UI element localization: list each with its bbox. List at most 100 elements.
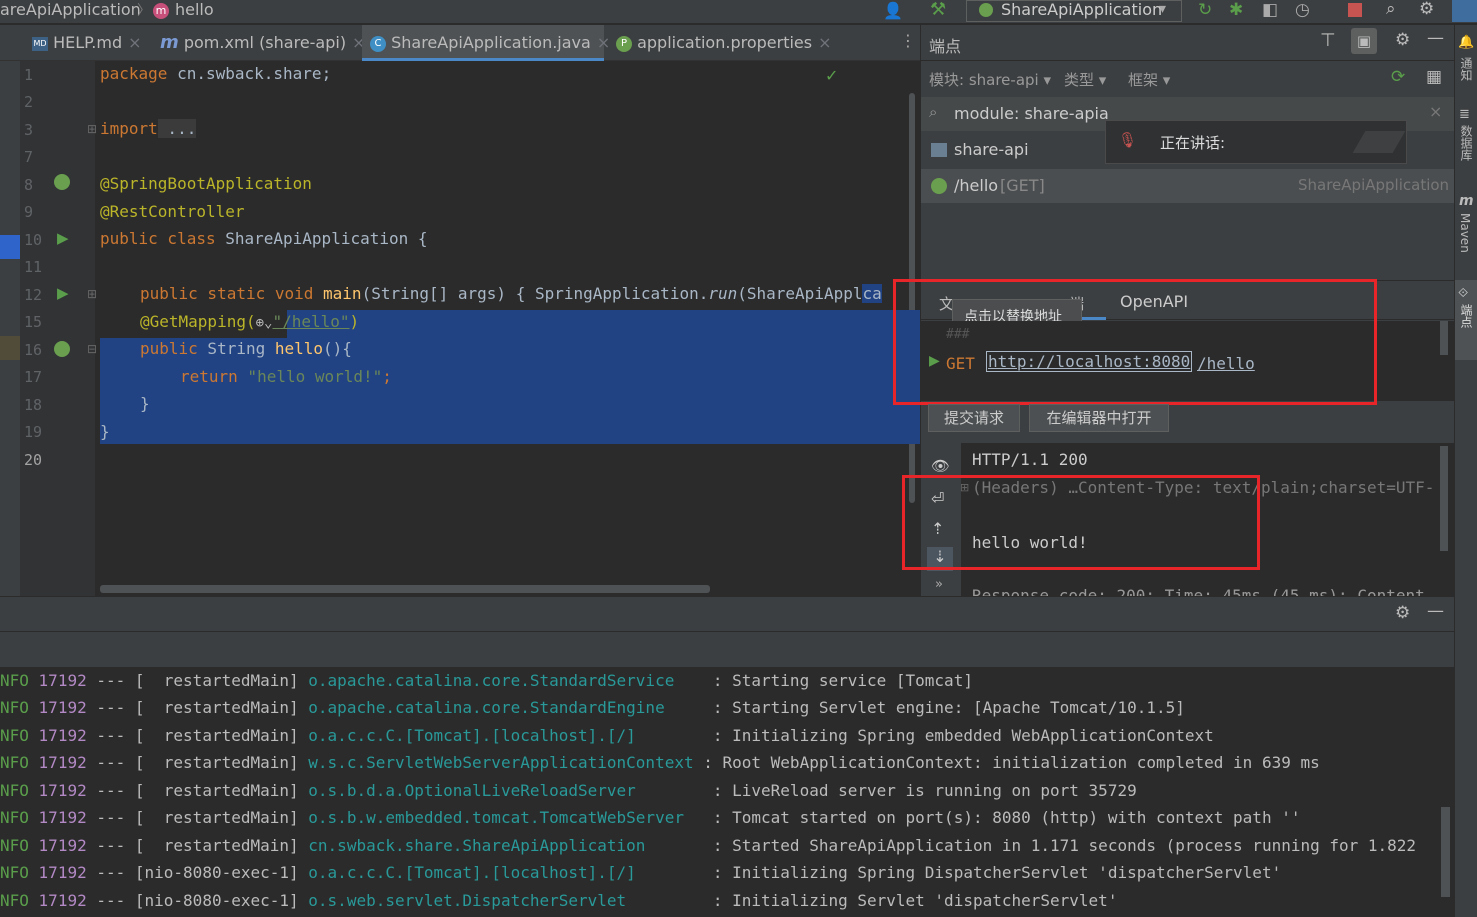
fold-icon[interactable]: ⊟ (87, 342, 97, 356)
close-icon[interactable]: × (597, 33, 610, 52)
tab-shareapiapplication-java[interactable]: C ShareApiApplication.java × (362, 25, 610, 61)
settings-gear-icon[interactable]: ⚙ (1419, 0, 1434, 19)
clear-icon[interactable]: × (1429, 102, 1442, 121)
framework-filter[interactable]: 框架 ▾ (1128, 69, 1170, 90)
type-filter-label: 类型 (1064, 71, 1095, 89)
breadcrumb-separator: 〉 (137, 3, 151, 19)
endpoint-path: /hello (954, 176, 999, 195)
selection-line-15 (287, 310, 920, 338)
avatar[interactable] (1452, 0, 1477, 22)
log-logger[interactable]: o.s.web.servlet.DispatcherServlet (308, 891, 703, 910)
code-token: ShareApiApplication { (215, 229, 428, 248)
line-number: 10 (24, 231, 43, 249)
request-scrollbar[interactable] (1440, 321, 1448, 355)
rerun-icon[interactable]: ↻ (1198, 0, 1212, 20)
line-number: 9 (24, 203, 34, 221)
run-gutter-icon[interactable]: ▶ (57, 229, 69, 247)
log-level: NFO (0, 836, 29, 855)
java-class-icon: C (370, 35, 386, 52)
log-logger[interactable]: o.apache.catalina.core.StandardService (308, 671, 703, 690)
log-logger[interactable]: o.a.c.c.C.[Tomcat].[localhost].[/] (308, 863, 703, 882)
log-logger[interactable]: cn.swback.share.ShareApiApplication (308, 836, 703, 855)
line-number: 19 (24, 423, 43, 441)
spring-icon (979, 3, 993, 17)
log-logger[interactable]: w.s.c.ServletWebServerApplicationContext (308, 753, 703, 772)
debug-icon[interactable]: ✱ (1229, 0, 1243, 20)
sidebar-item-notifications[interactable]: 通知 (1458, 57, 1475, 81)
close-icon[interactable]: × (818, 33, 831, 52)
line-number: 1 (24, 66, 34, 84)
log-message: : Initializing Servlet 'dispatcherServle… (703, 891, 1118, 910)
close-icon[interactable]: × (128, 33, 141, 52)
method-icon: m (153, 3, 169, 19)
horizontal-scrollbar[interactable] (100, 585, 710, 593)
layout-toggle-icon[interactable]: ▣ (1351, 28, 1377, 54)
code-token: "/hello" (272, 312, 350, 331)
breadcrumb-method[interactable]: hello (175, 0, 214, 19)
tree-item-endpoint[interactable]: /hello [GET] ShareApiApplication (921, 169, 1454, 203)
sidebar-item-database[interactable]: 数据库 (1458, 125, 1475, 161)
code-token: ; (382, 367, 392, 386)
console-output[interactable]: NFO 17192 --- [ restartedMain] o.apache.… (0, 667, 1454, 917)
minimize-icon[interactable]: — (1427, 28, 1444, 48)
line-number: 3 (24, 121, 34, 139)
layout-icon[interactable]: ⊤ (1320, 30, 1336, 51)
sidebar-item-maven[interactable]: Maven (1458, 213, 1472, 253)
log-thread: --- [ restartedMain] (86, 836, 309, 855)
profile-icon[interactable]: ◷ (1295, 0, 1310, 20)
log-message: : Initializing Spring embedded WebApplic… (703, 726, 1214, 745)
coverage-icon[interactable]: ◧ (1262, 0, 1278, 20)
code-token: ca (862, 284, 882, 303)
run-config-select[interactable]: ShareApiApplication ▾ (966, 0, 1182, 22)
minimize-icon[interactable]: — (1427, 601, 1444, 621)
log-level: NFO (0, 808, 29, 827)
tab-label: application.properties (637, 33, 813, 52)
run-tool-window-header: ⚙ — (0, 597, 1454, 631)
settings-gear-icon[interactable]: ⚙ (1395, 603, 1410, 623)
endpoints-panel: 端点 ⊤ ▣ ⚙ — 模块: share-api ▾ 类型 ▾ 框架 ▾ ⟳ ▦… (893, 25, 1454, 596)
endpoint-gutter-icon[interactable] (54, 341, 70, 357)
log-line: NFO 17192 --- [ restartedMain] o.s.b.d.a… (0, 777, 1137, 804)
response-scrollbar[interactable] (1440, 446, 1448, 551)
fold-icon[interactable]: ⊞ (87, 287, 97, 301)
submit-request-button[interactable]: 提交请求 (928, 404, 1020, 432)
log-logger[interactable]: o.s.b.d.a.OptionalLiveReloadServer (308, 781, 703, 800)
spring-bean-icon[interactable] (54, 174, 70, 190)
sidebar-item-endpoints-active[interactable]: ⟐ 端点 (1455, 280, 1477, 360)
more-icon[interactable]: » (935, 577, 943, 592)
log-logger[interactable]: o.apache.catalina.core.StandardEngine (308, 698, 703, 717)
tab-application-properties[interactable]: P application.properties × (616, 25, 836, 61)
group-icon[interactable]: ▦ (1426, 67, 1442, 87)
log-message: : Tomcat started on port(s): 8080 (http)… (703, 808, 1301, 827)
search-input-value[interactable]: module: share-apia (954, 104, 1109, 123)
log-logger[interactable]: o.a.c.c.C.[Tomcat].[localhost].[/] (308, 726, 703, 745)
tab-help-md[interactable]: MD HELP.md × (32, 25, 150, 61)
module-filter[interactable]: 模块: share-api ▾ (929, 69, 1051, 90)
eye-icon[interactable]: 👁 (931, 457, 950, 475)
log-pid: 17192 (38, 671, 87, 690)
console-scrollbar[interactable] (1441, 807, 1450, 897)
build-hammer-icon[interactable]: ⚒ (930, 0, 946, 20)
code-token: hello (274, 339, 324, 358)
run-gutter-icon[interactable]: ▶ (57, 284, 69, 302)
endpoint-globe-icon[interactable]: ⊕⌄ (256, 315, 273, 331)
refresh-icon[interactable]: ⟳ (1391, 67, 1405, 87)
log-logger[interactable]: o.s.b.w.embedded.tomcat.TomcatWebServer (308, 808, 703, 827)
settings-gear-icon[interactable]: ⚙ (1395, 30, 1410, 50)
fold-icon[interactable]: ⊞ (87, 122, 97, 136)
markdown-icon: MD (32, 36, 48, 51)
more-vertical-icon[interactable]: ⋮ (900, 31, 916, 50)
folded-imports[interactable]: ... (157, 119, 197, 138)
breadcrumb-project[interactable]: areApiApplication (0, 0, 141, 19)
log-message: : Initializing Spring DispatcherServlet … (703, 863, 1282, 882)
stop-icon[interactable] (1348, 3, 1362, 17)
tab-pom-xml[interactable]: m pom.xml (share-api) × (160, 25, 365, 61)
log-thread: --- [ restartedMain] (86, 781, 309, 800)
code-line-8: @SpringBootApplication (100, 174, 312, 193)
user-icon[interactable]: 👤 (883, 1, 903, 20)
log-pid: 17192 (38, 753, 87, 772)
open-in-editor-button[interactable]: 在编辑器中打开 (1029, 404, 1169, 432)
type-filter[interactable]: 类型 ▾ (1064, 69, 1106, 90)
sidebar-item-endpoints-label: 端点 (1459, 304, 1473, 328)
search-icon[interactable]: ⌕ (1386, 0, 1396, 19)
